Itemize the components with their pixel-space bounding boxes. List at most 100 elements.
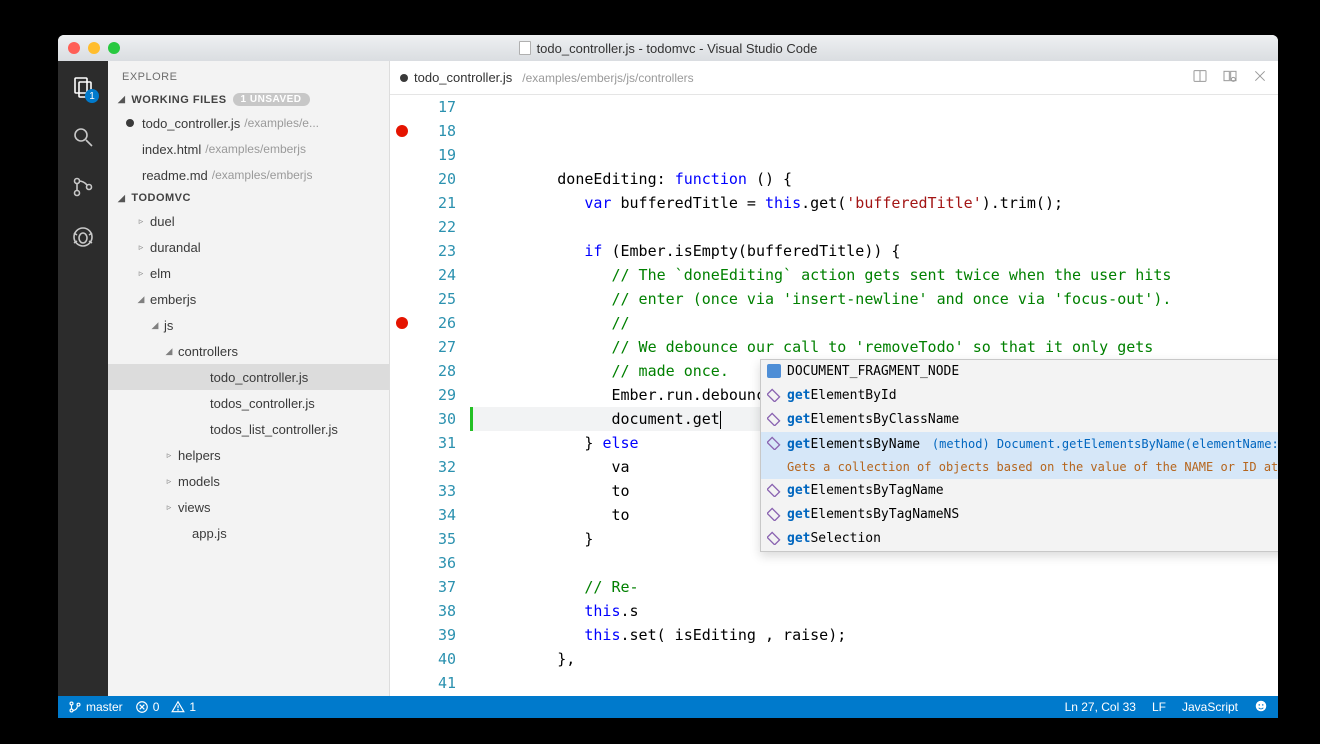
code-line[interactable] [470,671,1278,695]
code-line[interactable]: // [470,311,1278,335]
tab-filename[interactable]: todo_controller.js [414,70,512,85]
sidebar-title: EXPLORE [108,61,389,89]
line-number[interactable]: 29 [390,383,456,407]
working-file-item[interactable]: readme.md /examples/emberjs [108,162,389,188]
suggest-label: getElementsByClassName [787,412,959,427]
chevron-icon: ▹ [164,502,174,513]
code-line[interactable]: // enter (once via 'insert-newline' and … [470,287,1278,311]
working-file-path: /examples/emberjs [205,142,306,156]
warnings-status[interactable]: 1 [171,700,196,714]
code-line[interactable] [470,215,1278,239]
working-file-item[interactable]: todo_controller.js /examples/e... [108,110,389,136]
code-content[interactable]: doneEditing: function () { var bufferedT… [470,95,1278,696]
tree-item[interactable]: app.js [108,520,389,546]
tree-item[interactable]: ▹models [108,468,389,494]
line-number[interactable]: 30 [390,407,456,431]
line-number[interactable]: 27 [390,335,456,359]
line-number[interactable]: 31 [390,431,456,455]
feedback-button[interactable] [1254,699,1268,716]
code-line[interactable]: cancelEditing: function () { [470,695,1278,696]
suggest-item[interactable]: getElementsByClassName [761,408,1278,432]
project-header[interactable]: ◢ TODOMVC [108,188,389,208]
line-number[interactable]: 25 [390,287,456,311]
line-gutter[interactable]: 1718192021222324252627282930313233343536… [390,95,470,696]
tree-item[interactable]: ◢emberjs [108,286,389,312]
working-file-item[interactable]: index.html /examples/emberjs [108,136,389,162]
bug-icon [71,225,95,249]
suggest-item[interactable]: getElementsByName (method) Document.getE… [761,432,1278,479]
code-line[interactable]: // Re- [470,575,1278,599]
code-line[interactable] [470,551,1278,575]
working-files-header[interactable]: ◢ WORKING FILES 1 UNSAVED [108,89,389,110]
line-number[interactable]: 37 [390,575,456,599]
code-line[interactable]: // The `doneEditing` action gets sent tw… [470,263,1278,287]
explorer-badge: 1 [85,89,99,103]
tree-item[interactable]: todo_controller.js [108,364,389,390]
maximize-window-button[interactable] [108,42,120,54]
code-line[interactable]: }, [470,647,1278,671]
suggest-item[interactable]: getElementById [761,384,1278,408]
code-line[interactable]: var bufferedTitle = this.get('bufferedTi… [470,191,1278,215]
suggest-item[interactable]: getElementsByTagName [761,479,1278,503]
line-number[interactable]: 24 [390,263,456,287]
line-number[interactable]: 41 [390,671,456,695]
method-icon [767,436,781,450]
cursor-position[interactable]: Ln 27, Col 33 [1065,700,1136,714]
minimize-window-button[interactable] [88,42,100,54]
tree-item[interactable]: ▹ views [108,494,389,520]
traffic-lights [68,42,120,54]
suggest-label: getElementById [787,388,897,403]
tree-item[interactable]: ▹duel [108,208,389,234]
line-number[interactable]: 19 [390,143,456,167]
line-number[interactable]: 21 [390,191,456,215]
activity-search-button[interactable] [69,123,97,151]
code-line[interactable]: this.s [470,599,1278,623]
language-mode[interactable]: JavaScript [1182,700,1238,714]
line-number[interactable]: 38 [390,599,456,623]
code-line[interactable]: this.set( isEditing , raise); [470,623,1278,647]
line-number[interactable]: 40 [390,647,456,671]
line-number[interactable]: 34 [390,503,456,527]
tree-item[interactable]: ◢js [108,312,389,338]
line-number[interactable]: 32 [390,455,456,479]
unsaved-badge: 1 UNSAVED [233,93,310,106]
line-number[interactable]: 33 [390,479,456,503]
compare-button[interactable] [1222,68,1238,87]
suggest-item[interactable]: DOCUMENT_FRAGMENT_NODE [761,360,1278,384]
tree-item[interactable]: ▹durandal [108,234,389,260]
line-number[interactable]: 28 [390,359,456,383]
activity-git-button[interactable] [69,173,97,201]
tree-item[interactable]: todos_list_controller.js [108,416,389,442]
code-line[interactable]: // We debounce our call to 'removeTodo' … [470,335,1278,359]
line-number[interactable]: 22 [390,215,456,239]
activity-explorer-button[interactable]: 1 [69,73,97,101]
tree-item[interactable]: todos_controller.js [108,390,389,416]
suggest-item[interactable]: getElementsByTagNameNS [761,503,1278,527]
line-number[interactable]: 39 [390,623,456,647]
tree-item[interactable]: ▹helpers [108,442,389,468]
eol-indicator[interactable]: LF [1152,700,1166,714]
tree-item[interactable]: ◢controllers [108,338,389,364]
close-tab-button[interactable] [1252,68,1268,87]
suggest-item[interactable]: getSelection [761,527,1278,551]
git-branch-status[interactable]: master [68,700,123,714]
line-number[interactable]: 35 [390,527,456,551]
errors-status[interactable]: 0 [135,700,160,714]
line-number[interactable]: 23 [390,239,456,263]
breakpoint-icon[interactable] [396,125,408,137]
tree-item[interactable]: ▹elm [108,260,389,286]
split-editor-button[interactable] [1192,68,1208,87]
tab-actions [1192,68,1268,87]
line-number[interactable]: 36 [390,551,456,575]
code-editor[interactable]: 1718192021222324252627282930313233343536… [390,95,1278,696]
tree-item-label: views [178,500,211,515]
activity-debug-button[interactable] [69,223,97,251]
line-number[interactable]: 17 [390,95,456,119]
code-line[interactable]: if (Ember.isEmpty(bufferedTitle)) { [470,239,1278,263]
intellisense-popup[interactable]: DOCUMENT_FRAGMENT_NODE getElementById getE… [760,359,1278,552]
close-window-button[interactable] [68,42,80,54]
code-line[interactable]: doneEditing: function () { [470,167,1278,191]
breakpoint-icon[interactable] [396,317,408,329]
line-number[interactable]: 20 [390,167,456,191]
chevron-icon: ◢ [164,346,174,357]
